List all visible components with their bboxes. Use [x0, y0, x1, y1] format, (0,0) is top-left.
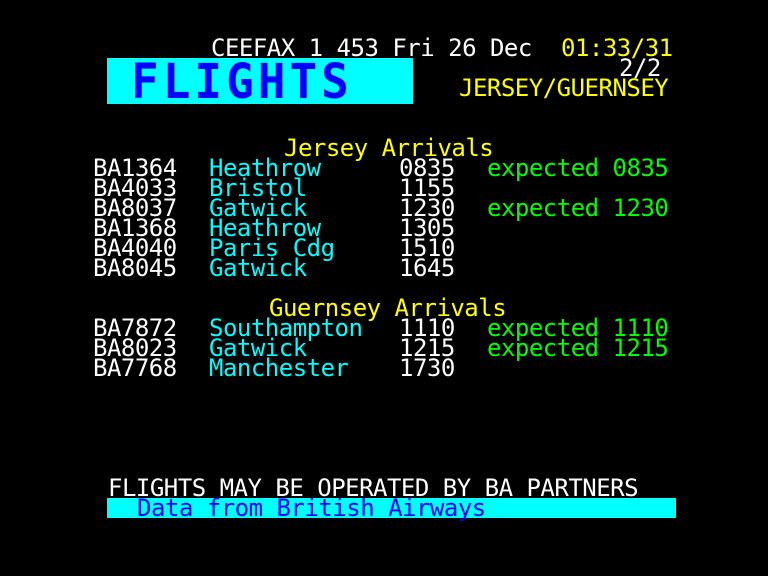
scheduled-time: 1730 — [399, 354, 455, 382]
data-source: Data from British Airways — [137, 494, 486, 522]
flight-number: BA8045 — [93, 254, 177, 282]
region-label: JERSEY/GUERNSEY — [459, 74, 669, 102]
flight-number: BA7768 — [93, 354, 177, 382]
scheduled-time: 1645 — [399, 254, 455, 282]
origin: Gatwick — [209, 254, 307, 282]
flight-status: expected 1230 — [487, 194, 669, 222]
flight-status: expected 0835 — [487, 154, 669, 182]
page-title: FLIGHTS — [131, 52, 353, 110]
origin: Manchester — [209, 354, 349, 382]
flight-status: expected 1215 — [487, 334, 669, 362]
